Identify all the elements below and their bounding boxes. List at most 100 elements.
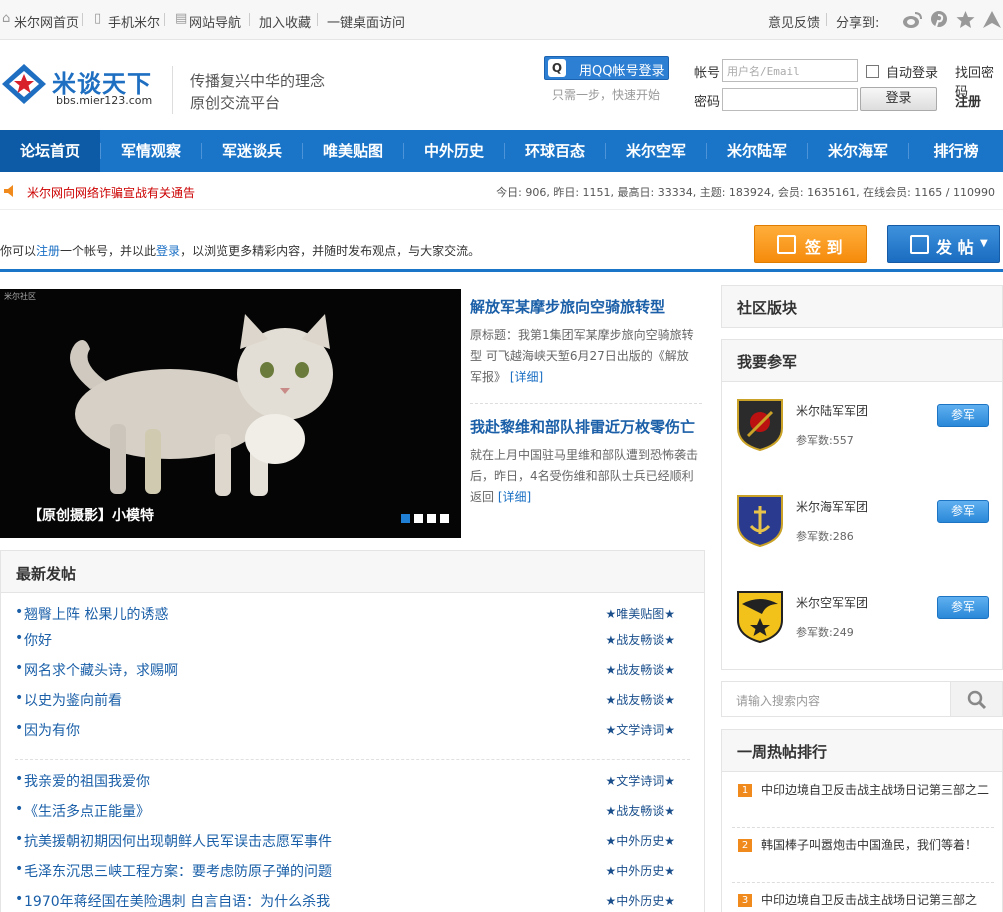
notice-link[interactable]: 米尔网向网络诈骗宣战有关通告 xyxy=(27,184,195,201)
feedback-link[interactable]: 意见反馈 xyxy=(768,12,820,31)
desktop-shortcut-link[interactable]: 一键桌面访问 xyxy=(327,12,405,31)
hot-posts-panel: 一周热帖排行 1 中印边境自卫反击战主战场日记第三部之二 2 韩国棒子叫嚣炮击中… xyxy=(721,729,1003,912)
site-nav-link[interactable]: 网站导航 xyxy=(189,12,241,31)
divider xyxy=(82,13,83,26)
weibo-icon[interactable] xyxy=(902,11,922,29)
slider-dot[interactable] xyxy=(414,514,423,523)
welcome-login-link[interactable]: 登录 xyxy=(156,244,180,258)
login-button[interactable]: 登录 xyxy=(860,87,937,111)
news-more-link[interactable]: [详细] xyxy=(498,490,531,504)
home-link[interactable]: 米尔网首页 xyxy=(14,12,79,31)
slogan-line-2: 原创交流平台 xyxy=(190,94,281,112)
post-category[interactable]: ★唯美贴图★ xyxy=(605,605,675,622)
nav-item-navy[interactable]: 米尔海军 xyxy=(808,130,908,172)
qq-login-label: 用QQ帐号登录 xyxy=(579,64,665,79)
chevron-down-icon[interactable]: ▼ xyxy=(980,238,988,249)
post-category[interactable]: ★战友畅谈★ xyxy=(605,802,675,819)
latest-posts-title: 最新发帖 xyxy=(1,551,704,593)
hot-post-item[interactable]: 1 中印边境自卫反击战主战场日记第三部之二 xyxy=(732,780,994,820)
post-category[interactable]: ★中外历史★ xyxy=(605,892,675,909)
post-row: • 你好 ★战友畅谈★ xyxy=(15,630,685,650)
post-title[interactable]: 1970年蒋经国在美险遇刺 自言自语：为什么杀我 xyxy=(24,891,330,911)
post-title[interactable]: 抗美援朝初期因何出现朝鲜人民军误击志愿军事件 xyxy=(24,831,332,851)
army-item: 米尔海军军团 参军数:286 参军 xyxy=(732,494,994,554)
army-count: 参军数:249 xyxy=(796,626,854,639)
pinterest-icon[interactable] xyxy=(930,10,948,29)
post-title[interactable]: 你好 xyxy=(24,630,52,650)
nav-item-history[interactable]: 中外历史 xyxy=(404,130,504,172)
notice-bar: 米尔网向网络诈骗宣战有关通告 今日: 906, 昨日: 1151, 最高日: 3… xyxy=(0,172,1003,210)
qq-login-button[interactable]: Q 用QQ帐号登录 xyxy=(544,56,669,80)
post-row: • 以史为鉴向前看 ★战友畅谈★ xyxy=(15,690,685,710)
featured-slider[interactable]: 米尔社区 【原创摄影】小模特 xyxy=(0,289,461,538)
slider-dot[interactable] xyxy=(440,514,449,523)
hot-post-title[interactable]: 韩国棒子叫嚣炮击中国渔民，我们等着！ xyxy=(761,835,991,855)
speaker-icon xyxy=(4,185,13,197)
main-nav: 论坛首页 军情观察 军迷谈兵 唯美贴图 中外历史 环球百态 米尔空军 米尔陆军 … xyxy=(0,130,1003,172)
new-post-button[interactable]: 发 帖 ▼ xyxy=(887,225,1000,263)
post-category[interactable]: ★中外历史★ xyxy=(605,832,675,849)
army-name[interactable]: 米尔海军军团 xyxy=(796,498,868,515)
community-title[interactable]: 社区版块 xyxy=(722,286,1002,327)
post-title[interactable]: 因为有你 xyxy=(24,720,80,740)
nav-item-home[interactable]: 论坛首页 xyxy=(0,130,100,172)
mobile-link[interactable]: 手机米尔 xyxy=(108,12,160,31)
register-link[interactable]: 注册 xyxy=(955,91,981,110)
slider-dot[interactable] xyxy=(427,514,436,523)
post-category[interactable]: ★战友畅谈★ xyxy=(605,631,675,648)
search-button[interactable] xyxy=(950,682,1002,716)
post-category[interactable]: ★文学诗词★ xyxy=(605,772,675,789)
auto-login-checkbox[interactable] xyxy=(866,65,879,78)
post-title[interactable]: 我亲爱的祖国我爱你 xyxy=(24,771,150,791)
army-name[interactable]: 米尔陆军军团 xyxy=(796,402,868,419)
account-input[interactable]: 用户名/Email xyxy=(722,59,858,82)
site-logo[interactable]: 米谈天下 bbs.mier123.com xyxy=(0,58,160,112)
sign-in-button[interactable]: 签 到 xyxy=(754,225,867,263)
password-input[interactable] xyxy=(722,88,858,111)
nav-item-military-talk[interactable]: 军迷谈兵 xyxy=(202,130,302,172)
star-icon[interactable] xyxy=(956,10,975,29)
post-row: • 《生活多点正能量》 ★战友畅谈★ xyxy=(15,801,685,821)
army-name[interactable]: 米尔空军军团 xyxy=(796,594,868,611)
welcome-register-link[interactable]: 注册 xyxy=(36,244,60,258)
post-title[interactable]: 《生活多点正能量》 xyxy=(24,801,150,821)
nav-item-air-force[interactable]: 米尔空军 xyxy=(606,130,706,172)
nav-item-rankings[interactable]: 排行榜 xyxy=(909,130,1003,172)
news-title[interactable]: 我赴黎维和部队排雷近万枚零伤亡 xyxy=(470,416,700,437)
mobile-icon: ▯ xyxy=(94,11,102,26)
post-title[interactable]: 毛泽东沉思三峡工程方案：要考虑防原子弹的问题 xyxy=(24,861,332,881)
join-army-button[interactable]: 参军 xyxy=(937,596,989,619)
share-more-icon[interactable] xyxy=(982,10,1002,29)
post-title[interactable]: 翘臀上阵 松果儿的诱惑 xyxy=(24,604,168,624)
slider-dots xyxy=(397,512,449,526)
post-title[interactable]: 网名求个藏头诗，求赐啊 xyxy=(24,660,178,680)
post-category[interactable]: ★文学诗词★ xyxy=(605,721,675,738)
post-category[interactable]: ★战友畅谈★ xyxy=(605,691,675,708)
news-title[interactable]: 解放军某摩步旅向空骑旅转型 xyxy=(470,296,700,317)
divider xyxy=(732,827,994,828)
divider xyxy=(0,269,1003,272)
hot-post-title[interactable]: 中印边境自卫反击战主战场日记第三部之二 xyxy=(761,780,991,800)
slider-dot[interactable] xyxy=(401,514,410,523)
bullet: • xyxy=(15,771,24,787)
join-army-button[interactable]: 参军 xyxy=(937,404,989,427)
nav-item-photos[interactable]: 唯美贴图 xyxy=(303,130,403,172)
hot-post-item[interactable]: 2 韩国棒子叫嚣炮击中国渔民，我们等着！ xyxy=(732,835,994,875)
bullet: • xyxy=(15,801,24,817)
news-more-link[interactable]: [详细] xyxy=(510,370,543,384)
nav-item-world[interactable]: 环球百态 xyxy=(505,130,605,172)
divider xyxy=(249,13,250,26)
nav-item-military-news[interactable]: 军情观察 xyxy=(101,130,201,172)
add-favorite-link[interactable]: 加入收藏 xyxy=(259,12,311,31)
post-title[interactable]: 以史为鉴向前看 xyxy=(24,690,122,710)
join-army-button[interactable]: 参军 xyxy=(937,500,989,523)
hot-rank-badge: 1 xyxy=(738,784,752,797)
search-input[interactable]: 请输入搜索内容 xyxy=(736,692,820,709)
post-category[interactable]: ★战友畅谈★ xyxy=(605,661,675,678)
hot-post-title[interactable]: 中印边境自卫反击战主战场日记第三部之 xyxy=(761,890,991,910)
bullet: • xyxy=(15,891,24,907)
hot-post-item[interactable]: 3 中印边境自卫反击战主战场日记第三部之 xyxy=(732,890,994,910)
post-category[interactable]: ★中外历史★ xyxy=(605,862,675,879)
slider-caption[interactable]: 【原创摄影】小模特 xyxy=(28,505,154,525)
nav-item-army[interactable]: 米尔陆军 xyxy=(707,130,807,172)
